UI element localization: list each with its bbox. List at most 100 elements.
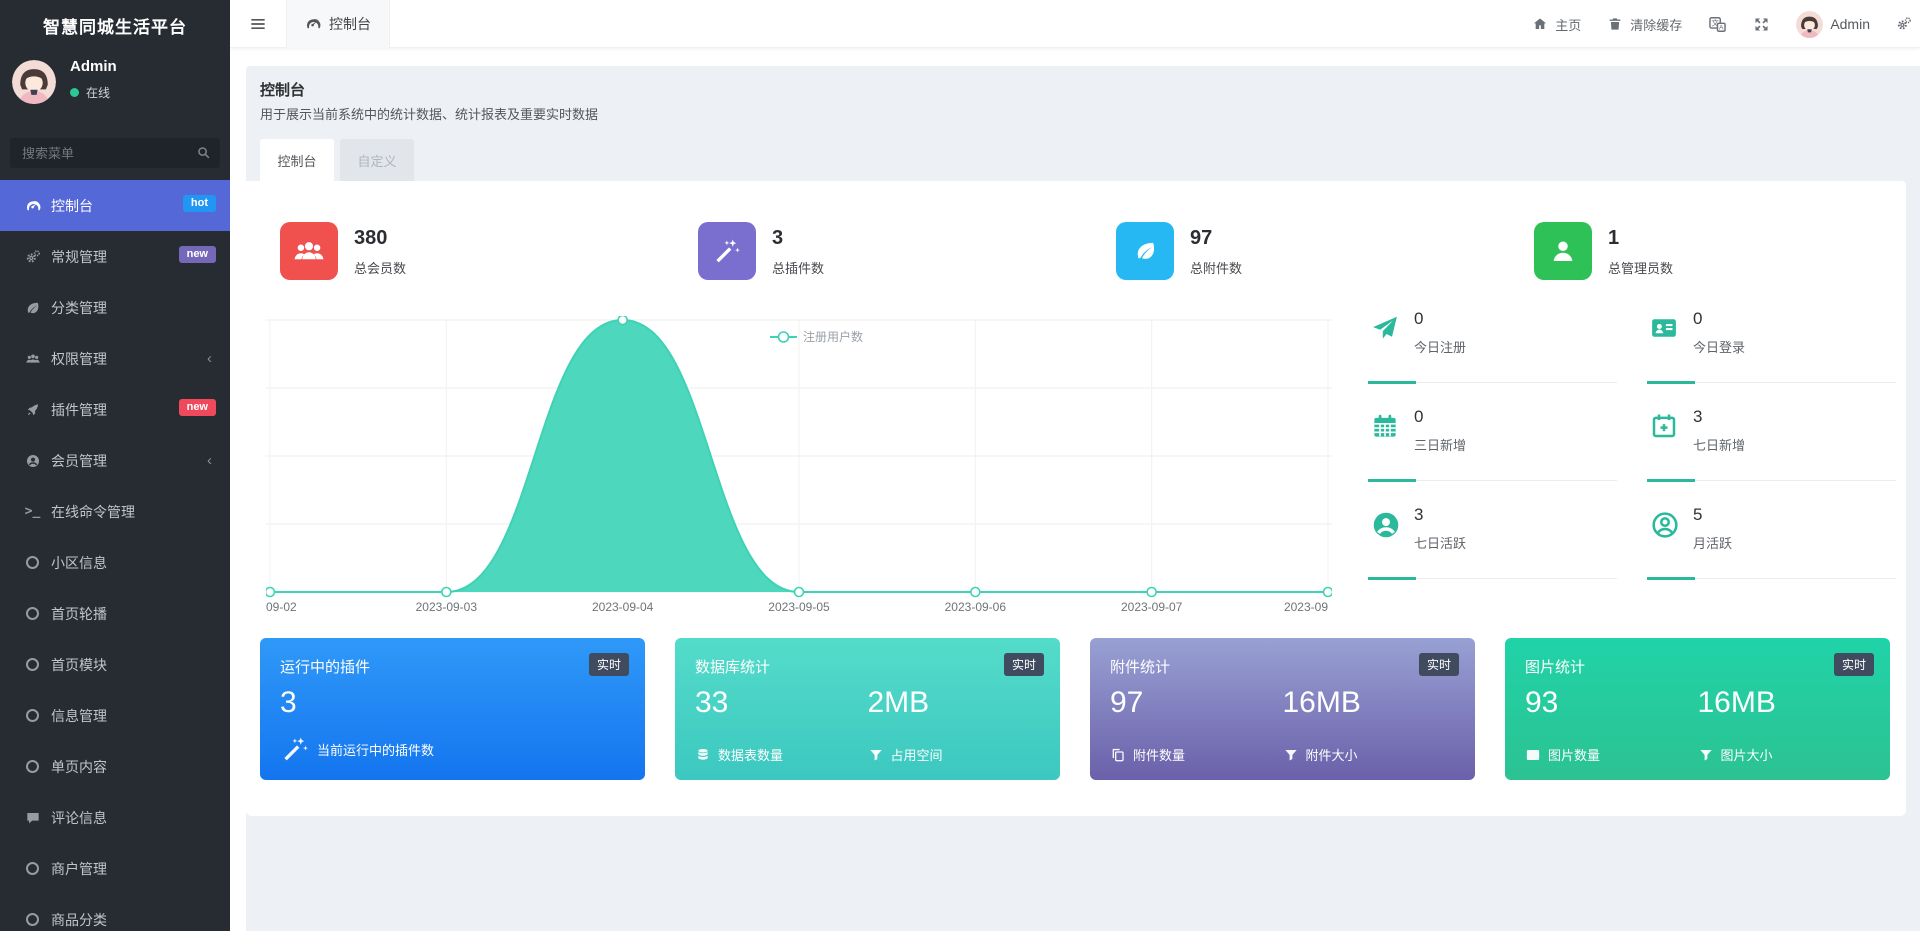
database-icon xyxy=(695,747,711,763)
sidebar-item-home-modules[interactable]: 首页模块 xyxy=(0,639,230,690)
realtime-badge: 实时 xyxy=(1834,653,1874,676)
sidebar-item-general[interactable]: 常规管理new xyxy=(0,231,230,282)
sidebar-item-merchants[interactable]: 商户管理 xyxy=(0,843,230,894)
new-badge: new xyxy=(179,246,216,263)
members-icon xyxy=(280,222,338,280)
home-button[interactable]: 主页 xyxy=(1532,15,1581,34)
topbar-user-name: Admin xyxy=(1830,16,1870,32)
user-circle-icon xyxy=(24,453,41,469)
avatar-image xyxy=(1796,11,1823,38)
kpi-cards: 运行中的插件 实时 3 当前运行中的插件数 数据库统计 实时 332MB 数据表… xyxy=(260,638,1890,780)
sidebar-item-permissions[interactable]: 权限管理‹ xyxy=(0,333,230,384)
language-icon[interactable]: 文A xyxy=(1708,15,1727,34)
mini-stat-7day-new: 3七日新增 xyxy=(1647,401,1896,499)
circle-icon xyxy=(26,760,39,773)
app-title: 智慧同城生活平台 xyxy=(0,0,230,50)
sidebar: 智慧同城生活平台 Admin 在线 控制台hot 常规管理new 分类管理 权限… xyxy=(0,0,230,931)
mini-stat-month-active: 5月活跃 xyxy=(1647,499,1896,597)
settings-gear-icon[interactable] xyxy=(1896,16,1912,32)
filter-icon xyxy=(1698,747,1714,763)
sidebar-item-comments[interactable]: 评论信息 xyxy=(0,792,230,843)
search-input[interactable] xyxy=(10,138,220,168)
sidebar-item-members[interactable]: 会员管理‹ xyxy=(0,435,230,486)
avatar[interactable] xyxy=(12,60,56,104)
card-running-plugins: 运行中的插件 实时 3 当前运行中的插件数 xyxy=(260,638,645,780)
cogs-icon xyxy=(24,249,41,265)
sidebar-item-dashboard[interactable]: 控制台hot xyxy=(0,180,230,231)
gauge-icon xyxy=(305,16,321,32)
stat-row: 380总会员数 3总插件数 97总附件数 1总管理员数 xyxy=(280,222,1920,280)
magic-wand-icon xyxy=(280,734,310,764)
card-attachment-stats: 附件统计 实时 9716MB 附件数量 附件大小 xyxy=(1090,638,1475,780)
paper-plane-icon xyxy=(1370,313,1400,343)
card-image-stats: 图片统计 实时 9316MB 图片数量 图片大小 xyxy=(1505,638,1890,780)
sidebar-item-category[interactable]: 分类管理 xyxy=(0,282,230,333)
sidebar-item-commands[interactable]: >_在线命令管理 xyxy=(0,486,230,537)
dashboard-panel: 380总会员数 3总插件数 97总附件数 1总管理员数 注册用户数09-0220… xyxy=(246,181,1906,816)
sidebar-item-plugins[interactable]: 插件管理new xyxy=(0,384,230,435)
new-badge: new xyxy=(179,399,216,416)
leaf-icon xyxy=(24,295,41,321)
svg-text:2023-09-07: 2023-09-07 xyxy=(1121,600,1183,614)
circle-icon xyxy=(26,556,39,569)
gauge-icon xyxy=(24,198,41,214)
user-circle-outline-icon xyxy=(1649,509,1681,541)
user-name: Admin xyxy=(70,58,117,75)
topbar-tab-dashboard[interactable]: 控制台 xyxy=(286,0,390,48)
circle-icon xyxy=(26,862,39,875)
mini-stat-today-login: 0今日登录 xyxy=(1647,303,1896,401)
avatar-image xyxy=(12,60,56,104)
filter-icon xyxy=(1283,747,1299,763)
mini-stat-7day-active: 3七日活跃 xyxy=(1368,499,1617,597)
avatar xyxy=(1796,11,1823,38)
sidebar-item-goods-category[interactable]: 商品分类 xyxy=(0,894,230,945)
card-database-stats: 数据库统计 实时 332MB 数据表数量 占用空间 xyxy=(675,638,1060,780)
sidebar-item-info[interactable]: 信息管理 xyxy=(0,690,230,741)
svg-text:2023-09-05: 2023-09-05 xyxy=(768,600,830,614)
realtime-badge: 实时 xyxy=(1419,653,1459,676)
realtime-badge: 实时 xyxy=(589,653,629,676)
fullscreen-icon[interactable] xyxy=(1753,16,1770,33)
stat-total-attachments: 97总附件数 xyxy=(1116,222,1534,280)
mini-stat-today-register: 0今日注册 xyxy=(1368,303,1617,401)
page-title: 控制台 xyxy=(260,79,305,100)
calendar-icon xyxy=(1370,411,1400,441)
hamburger-icon[interactable] xyxy=(230,14,286,34)
sidebar-item-banner[interactable]: 首页轮播 xyxy=(0,588,230,639)
svg-text:09-02: 09-02 xyxy=(266,600,297,614)
circle-icon xyxy=(26,913,39,926)
tab-custom[interactable]: 自定义 xyxy=(340,139,414,181)
user-circle-icon xyxy=(1370,509,1402,541)
page-subtitle: 用于展示当前系统中的统计数据、统计报表及重要实时数据 xyxy=(260,104,598,123)
user-status: 在线 xyxy=(70,84,110,101)
tab-dashboard[interactable]: 控制台 xyxy=(260,139,334,181)
sidebar-item-pages[interactable]: 单页内容 xyxy=(0,741,230,792)
admin-user-icon xyxy=(1534,222,1592,280)
mini-stat-3day-new: 0三日新增 xyxy=(1368,401,1617,499)
svg-text:2023-09-04: 2023-09-04 xyxy=(592,600,654,614)
sidebar-menu: 控制台hot 常规管理new 分类管理 权限管理‹ 插件管理new 会员管理‹ … xyxy=(0,180,230,945)
magic-wand-icon xyxy=(698,222,756,280)
online-dot-icon xyxy=(70,88,79,97)
leaf-icon xyxy=(1116,222,1174,280)
svg-text:2023-09: 2023-09 xyxy=(1284,600,1328,614)
registered-users-chart: 注册用户数09-022023-09-032023-09-042023-09-05… xyxy=(266,316,1332,616)
realtime-badge: 实时 xyxy=(1004,653,1044,676)
stat-total-admins: 1总管理员数 xyxy=(1534,222,1920,280)
image-icon xyxy=(1525,747,1541,763)
svg-text:2023-09-06: 2023-09-06 xyxy=(945,600,1007,614)
copy-icon xyxy=(1110,747,1126,763)
user-panel: Admin 在线 xyxy=(0,50,230,124)
home-icon xyxy=(1532,16,1548,32)
users-icon xyxy=(24,351,41,367)
clear-cache-button[interactable]: 清除缓存 xyxy=(1607,15,1682,34)
rocket-icon xyxy=(24,402,41,418)
svg-text:注册用户数: 注册用户数 xyxy=(803,329,863,344)
id-card-icon xyxy=(1649,313,1679,343)
topbar-user[interactable]: Admin xyxy=(1796,11,1870,38)
topbar: 控制台 主页 清除缓存 文A Admin xyxy=(230,0,1920,48)
search-icon[interactable] xyxy=(196,145,211,160)
sidebar-item-community[interactable]: 小区信息 xyxy=(0,537,230,588)
stat-total-members: 380总会员数 xyxy=(280,222,698,280)
comment-icon xyxy=(24,810,41,826)
